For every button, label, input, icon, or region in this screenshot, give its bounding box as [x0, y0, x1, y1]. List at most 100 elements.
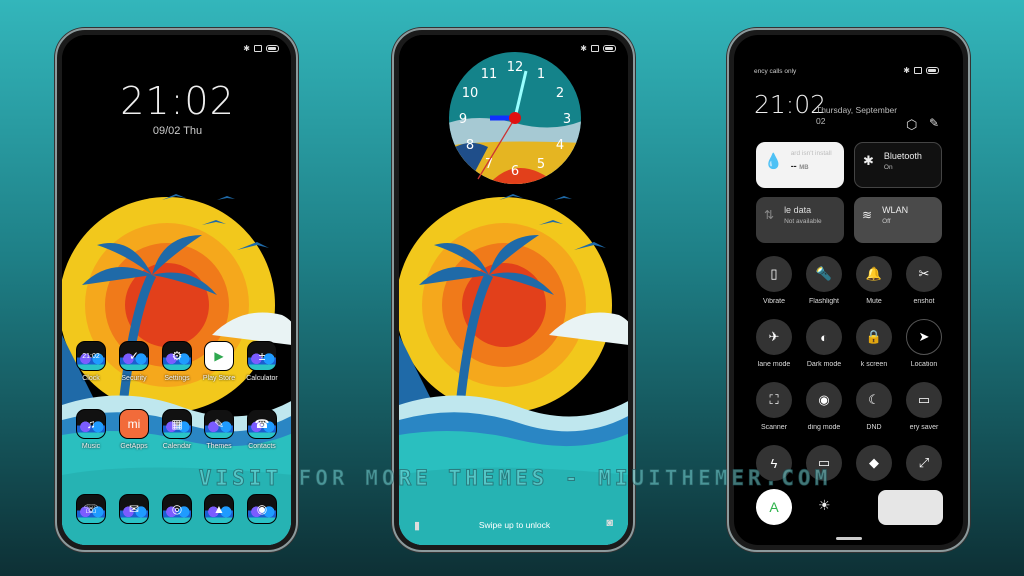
- app-label: Themes: [206, 443, 232, 450]
- brightness-slider[interactable]: [878, 490, 943, 525]
- edit-icon[interactable]: ✎: [929, 116, 939, 130]
- toggle-icon: ⤢: [906, 445, 942, 481]
- clock-number: 1: [537, 67, 545, 82]
- toggle-icon: ➤: [906, 319, 942, 355]
- app-label: Contacts: [248, 443, 276, 450]
- app-security[interactable]: ✓ Security: [114, 341, 154, 382]
- app-label: Security: [121, 375, 147, 382]
- toggle-icon: ◉: [806, 382, 842, 418]
- mobile-data-icon: ⇅: [764, 208, 775, 222]
- app-label: Calculator: [246, 375, 278, 382]
- sim-icon: [591, 45, 599, 52]
- toggle-icon: ◐: [806, 319, 842, 355]
- sim-icon: [914, 67, 922, 74]
- clock-number: 8: [466, 138, 474, 153]
- browser-icon: ◎: [162, 494, 192, 524]
- toggle-icon: ◆: [856, 445, 892, 481]
- status-bar: ✱: [903, 66, 939, 75]
- toggle-icon: ✈: [756, 319, 792, 355]
- toggle-label: enshot: [913, 298, 935, 305]
- app-calendar[interactable]: ▦ Calendar: [157, 409, 197, 450]
- app-getapps[interactable]: mi GetApps: [114, 409, 154, 450]
- clock-date: 09/02 Thu: [152, 125, 203, 137]
- tile-mobile-data[interactable]: ⇅ le data Not available: [756, 197, 844, 243]
- bluetooth-icon: ✱: [903, 66, 910, 75]
- home-indicator: [836, 537, 862, 540]
- toggle-location[interactable]: ➤ Location: [889, 319, 959, 368]
- bluetooth-icon: ✱: [863, 153, 874, 168]
- wifi-icon: ≋: [862, 208, 873, 222]
- messages-icon: ✉: [119, 494, 149, 524]
- camera-icon: ◉: [247, 494, 277, 524]
- clock-number: 2: [556, 86, 564, 101]
- app-label: Settings: [164, 375, 190, 382]
- clock-number: 4: [556, 138, 564, 153]
- getapps-icon: mi: [119, 409, 149, 439]
- watermark: VISIT FOR MORE THEMES - MIUITHEMER.COM: [198, 466, 832, 491]
- clock-number: 6: [511, 164, 519, 179]
- shield-icon: ✓: [119, 341, 149, 371]
- toggle-extra-3[interactable]: ⤢: [889, 445, 959, 481]
- clock-number: 5: [537, 157, 545, 172]
- carrier-status: ency calls only: [754, 68, 797, 75]
- toggle-icon: ⛶: [756, 382, 792, 418]
- gallery-icon: ▲: [204, 494, 234, 524]
- sim-icon: [254, 45, 262, 52]
- drop-icon: 💧: [764, 152, 783, 170]
- app-browser[interactable]: ◎: [157, 494, 197, 524]
- tile-wlan[interactable]: ≋ WLAN Off: [854, 197, 942, 243]
- camera-icon[interactable]: ◙: [606, 517, 613, 529]
- themes-icon: ✎: [204, 409, 234, 439]
- toggle-icon: ▭: [906, 382, 942, 418]
- music-icon: ♫: [76, 409, 106, 439]
- battery-icon: [926, 67, 939, 74]
- app-label: Clock: [82, 375, 100, 382]
- gear-icon: ⚙: [162, 341, 192, 371]
- app-themes[interactable]: ✎ Themes: [199, 409, 239, 450]
- auto-brightness-button[interactable]: A: [756, 489, 792, 525]
- calendar-icon: ▦: [162, 409, 192, 439]
- app-label: GetApps: [120, 443, 148, 450]
- app-camera[interactable]: ◉: [242, 494, 282, 524]
- app-messages[interactable]: ✉: [114, 494, 154, 524]
- bluetooth-icon: ✱: [243, 44, 250, 53]
- toggle-icon: 🔒: [856, 319, 892, 355]
- app-music[interactable]: ♫ Music: [71, 409, 111, 450]
- clock-number: 12: [507, 60, 524, 75]
- unlock-hint: Swipe up to unlock: [478, 520, 551, 530]
- clock-number: 11: [481, 67, 498, 82]
- tile-bluetooth[interactable]: ✱ Bluetooth On: [854, 142, 942, 188]
- battery-icon: [603, 45, 616, 52]
- clock-number: 3: [563, 112, 571, 127]
- app-gallery[interactable]: ▲: [199, 494, 239, 524]
- clock-number: 9: [459, 112, 467, 127]
- app-label: Music: [81, 443, 101, 450]
- app-settings[interactable]: ⚙ Settings: [157, 341, 197, 382]
- clock-number: 10: [462, 86, 479, 101]
- phone-icon: ☏: [76, 494, 106, 524]
- calculator-icon: ±: [247, 341, 277, 371]
- toggle-label: ery saver: [909, 424, 939, 431]
- battery-icon: [266, 45, 279, 52]
- toggle-enshot[interactable]: ✂ enshot: [889, 256, 959, 305]
- toggle-icon: ☾: [856, 382, 892, 418]
- tile-data-usage[interactable]: 💧 ard isn't install -- MB: [756, 142, 844, 188]
- toggle-icon: 🔦: [806, 256, 842, 292]
- clock-icon: 21:02: [76, 341, 106, 371]
- analog-clock-widget: 12 1234567891011: [449, 52, 581, 184]
- app-clock[interactable]: 21:02 Clock: [71, 341, 111, 382]
- settings-gear-icon[interactable]: ⬡: [906, 117, 917, 133]
- toggle-ery-saver[interactable]: ▭ ery saver: [889, 382, 959, 431]
- contacts-icon: ☎: [247, 409, 277, 439]
- play-store-icon: ▶: [204, 341, 234, 371]
- toggle-label: Location: [910, 361, 938, 368]
- cc-date: Thursday, September 02: [816, 105, 898, 126]
- toggle-icon: ▯: [756, 256, 792, 292]
- clock-time: 21:02: [120, 79, 235, 123]
- app-label: Calendar: [162, 443, 192, 450]
- app-phone[interactable]: ☏: [71, 494, 111, 524]
- app-label: Play Store: [202, 375, 236, 382]
- app-play-store[interactable]: ▶ Play Store: [199, 341, 239, 382]
- app-contacts[interactable]: ☎ Contacts: [242, 409, 282, 450]
- app-calculator[interactable]: ± Calculator: [242, 341, 282, 382]
